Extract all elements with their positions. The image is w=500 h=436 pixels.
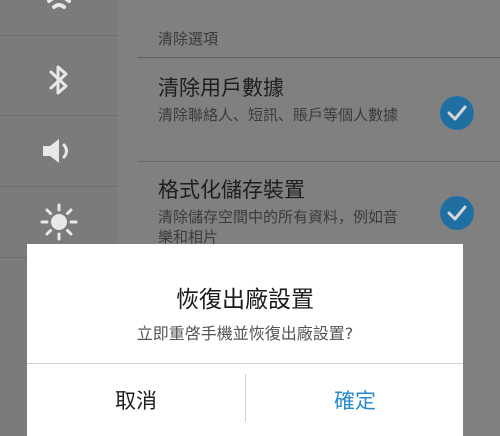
rail-item-wifi[interactable] <box>0 0 118 36</box>
option-clear-user-data[interactable]: 清除用戶數據 清除聯絡人、短訊、賬戶等個人數據 <box>138 58 500 162</box>
option-title: 格式化儲存裝置 <box>158 178 305 202</box>
dialog-message: 立即重啓手機並恢復出廠設置? <box>136 324 354 343</box>
brightness-icon <box>40 203 78 241</box>
check-icon[interactable] <box>440 96 474 130</box>
confirm-button[interactable]: 確定 <box>246 364 464 436</box>
rail-item-volume[interactable] <box>0 116 118 187</box>
option-description: 清除聯絡人、短訊、賬戶等個人數據 <box>158 106 399 124</box>
section-header: 清除選項 <box>158 30 219 48</box>
bluetooth-icon <box>49 65 68 95</box>
option-title: 清除用戶數據 <box>158 76 284 100</box>
cancel-button[interactable]: 取消 <box>27 364 245 436</box>
rail-item-bluetooth[interactable] <box>0 45 118 116</box>
check-icon[interactable] <box>440 196 474 230</box>
screen: 清除選項 清除用戶數據 清除聯絡人、短訊、賬戶等個人數據 格式化儲存裝置 清除儲… <box>0 0 500 436</box>
option-description: 清除儲存空間中的所有資料，例如音樂和相片 <box>158 208 399 246</box>
dialog-title: 恢復出廠設置 <box>176 287 314 313</box>
wifi-icon <box>47 0 71 9</box>
volume-icon <box>43 139 68 163</box>
factory-reset-dialog: 恢復出廠設置 立即重啓手機並恢復出廠設置? 取消 確定 <box>27 244 463 436</box>
